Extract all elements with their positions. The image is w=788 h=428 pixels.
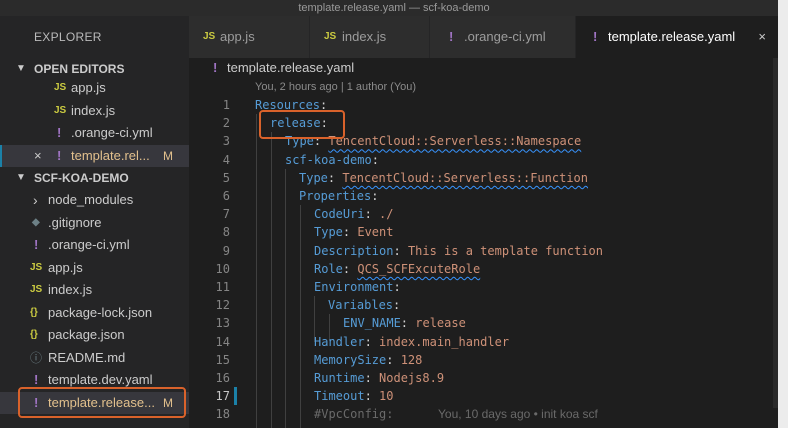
tree-file-package-json[interactable]: {} package.json [0, 324, 189, 347]
yaml-file-icon: ! [449, 29, 454, 44]
line-number: 14 [215, 334, 230, 349]
line-number: 8 [222, 225, 230, 240]
explorer-sidebar: EXPLORER ▼ OPEN EDITORS JS app.js JS ind… [0, 16, 189, 428]
inline-blame: You, 10 days ago • init koa scf [438, 407, 598, 422]
line-number: 9 [222, 243, 230, 258]
code-line: Type: TencentCloud::Serverless::Function [299, 170, 588, 185]
tab-template-release[interactable]: ! template.release.yaml × [576, 16, 779, 58]
line-number: 5 [222, 170, 230, 185]
code-line: scf-koa-demo: [285, 152, 379, 167]
tab-orange-ci[interactable]: ! .orange-ci.yml [430, 16, 576, 58]
yaml-file-icon: ! [57, 147, 62, 163]
code-line: #VpcConfig: [314, 407, 394, 422]
js-file-icon: JS [30, 261, 43, 273]
indent-guide [256, 114, 257, 428]
git-file-icon: ◆ [32, 216, 40, 228]
git-change-marker [234, 387, 237, 405]
code-line: Runtime: Nodejs8.9 [314, 371, 445, 385]
line-number: 15 [215, 352, 230, 367]
open-editor-template-release[interactable]: × ! template.rel... M [0, 144, 189, 168]
project-header[interactable]: ▼ SCF-KOA-DEMO [0, 167, 189, 189]
tree-file-app-js[interactable]: JS app.js [0, 257, 189, 280]
code-line: MemorySize: 128 [314, 352, 423, 367]
js-file-icon: JS [30, 284, 43, 295]
line-number: 18 [215, 407, 230, 422]
code-editor[interactable]: 1 2 3 4 5 6 7 8 9 10 11 12 13 14 15 16 1… [189, 96, 778, 428]
tree-file-readme[interactable]: ⓘ README.md [0, 347, 189, 370]
indent-guide [300, 205, 301, 428]
line-number: 17 [215, 389, 230, 404]
line-number: 13 [215, 316, 230, 331]
json-file-icon: {} [30, 329, 38, 340]
line-number: 16 [215, 371, 230, 385]
vscode-window: template.release.yaml — scf-koa-demo EXP… [0, 0, 788, 428]
line-number: 6 [222, 189, 230, 203]
line-number: 3 [222, 134, 230, 149]
yaml-file-icon: ! [593, 29, 598, 44]
page-margin [778, 0, 788, 428]
code-line: Type: Event [314, 225, 394, 240]
yaml-file-icon: ! [57, 125, 62, 140]
open-editor-orange-ci[interactable]: ! .orange-ci.yml [0, 122, 189, 145]
line-number: 2 [222, 116, 230, 131]
js-file-icon: JS [54, 104, 67, 116]
tree-file-orange-ci[interactable]: ! .orange-ci.yml [0, 234, 189, 257]
code-line: Role: QCS_SCFExcuteRole [314, 261, 481, 276]
breadcrumb[interactable]: ! template.release.yaml [189, 58, 788, 78]
code-line: Handler: index.main_handler [314, 334, 510, 349]
chevron-right-icon: › [33, 192, 38, 208]
active-indicator [0, 144, 2, 167]
line-number: 1 [222, 98, 230, 112]
close-icon[interactable]: × [758, 16, 766, 58]
close-icon[interactable]: × [34, 145, 42, 168]
line-number: 10 [215, 261, 230, 276]
code-line: ENV_NAME: release [343, 316, 466, 331]
tree-file-index-js[interactable]: JS index.js [0, 279, 189, 302]
highlight-box-sidebar [18, 387, 186, 418]
tab-index-js[interactable]: JS index.js [310, 16, 430, 58]
code-line: CodeUri: ./ [314, 207, 394, 222]
line-number: 11 [215, 280, 230, 294]
chevron-down-icon: ▼ [16, 172, 26, 183]
line-number: 4 [222, 152, 230, 167]
code-line: Environment: [314, 280, 401, 294]
code-line: Description: This is a template function [314, 243, 604, 258]
codelens-blame[interactable]: You, 2 hours ago | 1 author (You) [189, 78, 788, 96]
tree-file-package-lock[interactable]: {} package-lock.json [0, 302, 189, 325]
modified-badge: M [163, 148, 173, 163]
highlight-box-release [259, 110, 345, 139]
open-editor-app-js[interactable]: JS app.js [0, 77, 189, 100]
line-number: 12 [215, 298, 230, 313]
tree-file-gitignore[interactable]: ◆ .gitignore [0, 212, 189, 235]
editor-tabs: JS app.js JS index.js ! .orange-ci.yml !… [189, 16, 788, 58]
indent-guide [285, 169, 286, 428]
explorer-title: EXPLORER [34, 30, 102, 44]
code-line: Properties: [299, 189, 379, 203]
yaml-file-icon: ! [213, 60, 218, 75]
tree-folder-node-modules[interactable]: › node_modules [0, 189, 189, 212]
indent-guide [271, 132, 272, 428]
code-line: Timeout: 10 [314, 389, 394, 404]
yaml-file-icon: ! [34, 237, 39, 252]
js-file-icon: JS [324, 31, 337, 42]
open-editor-index-js[interactable]: JS index.js [0, 100, 189, 123]
code-line: Variables: [328, 298, 401, 313]
line-number: 7 [222, 207, 230, 222]
js-file-icon: JS [54, 82, 67, 93]
json-file-icon: {} [30, 306, 38, 318]
window-title: template.release.yaml — scf-koa-demo [0, 0, 788, 16]
tab-app-js[interactable]: JS app.js [189, 16, 310, 58]
js-file-icon: JS [203, 31, 216, 42]
info-icon: ⓘ [30, 350, 43, 365]
